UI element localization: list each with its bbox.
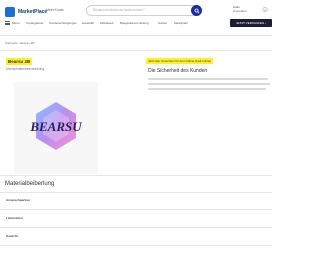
search-icon: [194, 8, 199, 13]
search-button[interactable]: [191, 5, 202, 16]
account-login: Anmelden: [233, 9, 247, 13]
site-logo[interactable]: MarketPlace: [5, 7, 47, 17]
search-placeholder: Wonach möchtest du heute suchen?: [93, 8, 145, 12]
logo-text: MarketPlace: [18, 9, 48, 15]
account-menu[interactable]: Hallo Anmelden: [233, 5, 247, 13]
nav-item-moebelwelt[interactable]: Möbelwelt: [100, 21, 114, 25]
site-header: MarketPlace Mein Konto Wonach möchtest d…: [0, 0, 272, 34]
product-logo-text: BEARSU: [29, 119, 82, 134]
details-divider: [0, 192, 272, 193]
nav-item-baugeraete[interactable]: Baugerätevermietung: [120, 21, 149, 25]
section-divider: [0, 175, 272, 176]
details-row-label[interactable]: Gewicht: [6, 234, 18, 238]
details-divider: [0, 245, 272, 246]
nav-item-haushalt[interactable]: Haushalt: [82, 21, 94, 25]
nav-item-marktplatz[interactable]: Marktplatz: [174, 21, 188, 25]
main-navigation: Menü Topangebote Sonderanfertigungen Hau…: [0, 19, 272, 28]
nav-item-menu[interactable]: Menü: [12, 21, 20, 25]
user-icon[interactable]: ☺: [261, 6, 269, 14]
details-divider: [0, 209, 272, 210]
details-section-title: Materialbeiberlung: [5, 181, 55, 187]
details-row-label[interactable]: Lieferzeiten: [6, 216, 23, 220]
info-heading: Die Sicherheit des Kunden: [148, 68, 208, 74]
product-subtitle: Überschriftenbeschreibung: [6, 67, 45, 71]
logo-icon: [5, 7, 15, 17]
product-image[interactable]: BEARSU: [14, 82, 98, 174]
nav-item-garten[interactable]: Garten: [158, 21, 167, 25]
header-divider: [0, 35, 272, 36]
breadcrumb-divider: [0, 50, 272, 51]
details-row-label[interactable]: Ansprechpartner: [6, 198, 30, 202]
info-text-line: [148, 78, 268, 80]
details-divider: [0, 227, 272, 228]
nav-item-sonderanfertigungen[interactable]: Sonderanfertigungen: [49, 21, 77, 25]
info-text-line: [148, 83, 270, 85]
search-input[interactable]: Wonach möchtest du heute suchen?: [86, 5, 202, 16]
account-link[interactable]: Mein Konto: [46, 8, 64, 12]
nav-item-topangebote[interactable]: Topangebote: [26, 21, 43, 25]
voucher-banner[interactable]: Jetzt den Gutschein für den Online-Kauf …: [146, 58, 214, 64]
breadcrumb[interactable]: Startseite › Bearsu 2B: [5, 41, 34, 45]
product-title: Bearsu 2B: [6, 58, 33, 65]
sell-button[interactable]: JETZT VERKAUFEN ›: [230, 19, 272, 27]
menu-icon[interactable]: [5, 21, 10, 25]
info-text-line: [148, 88, 266, 90]
